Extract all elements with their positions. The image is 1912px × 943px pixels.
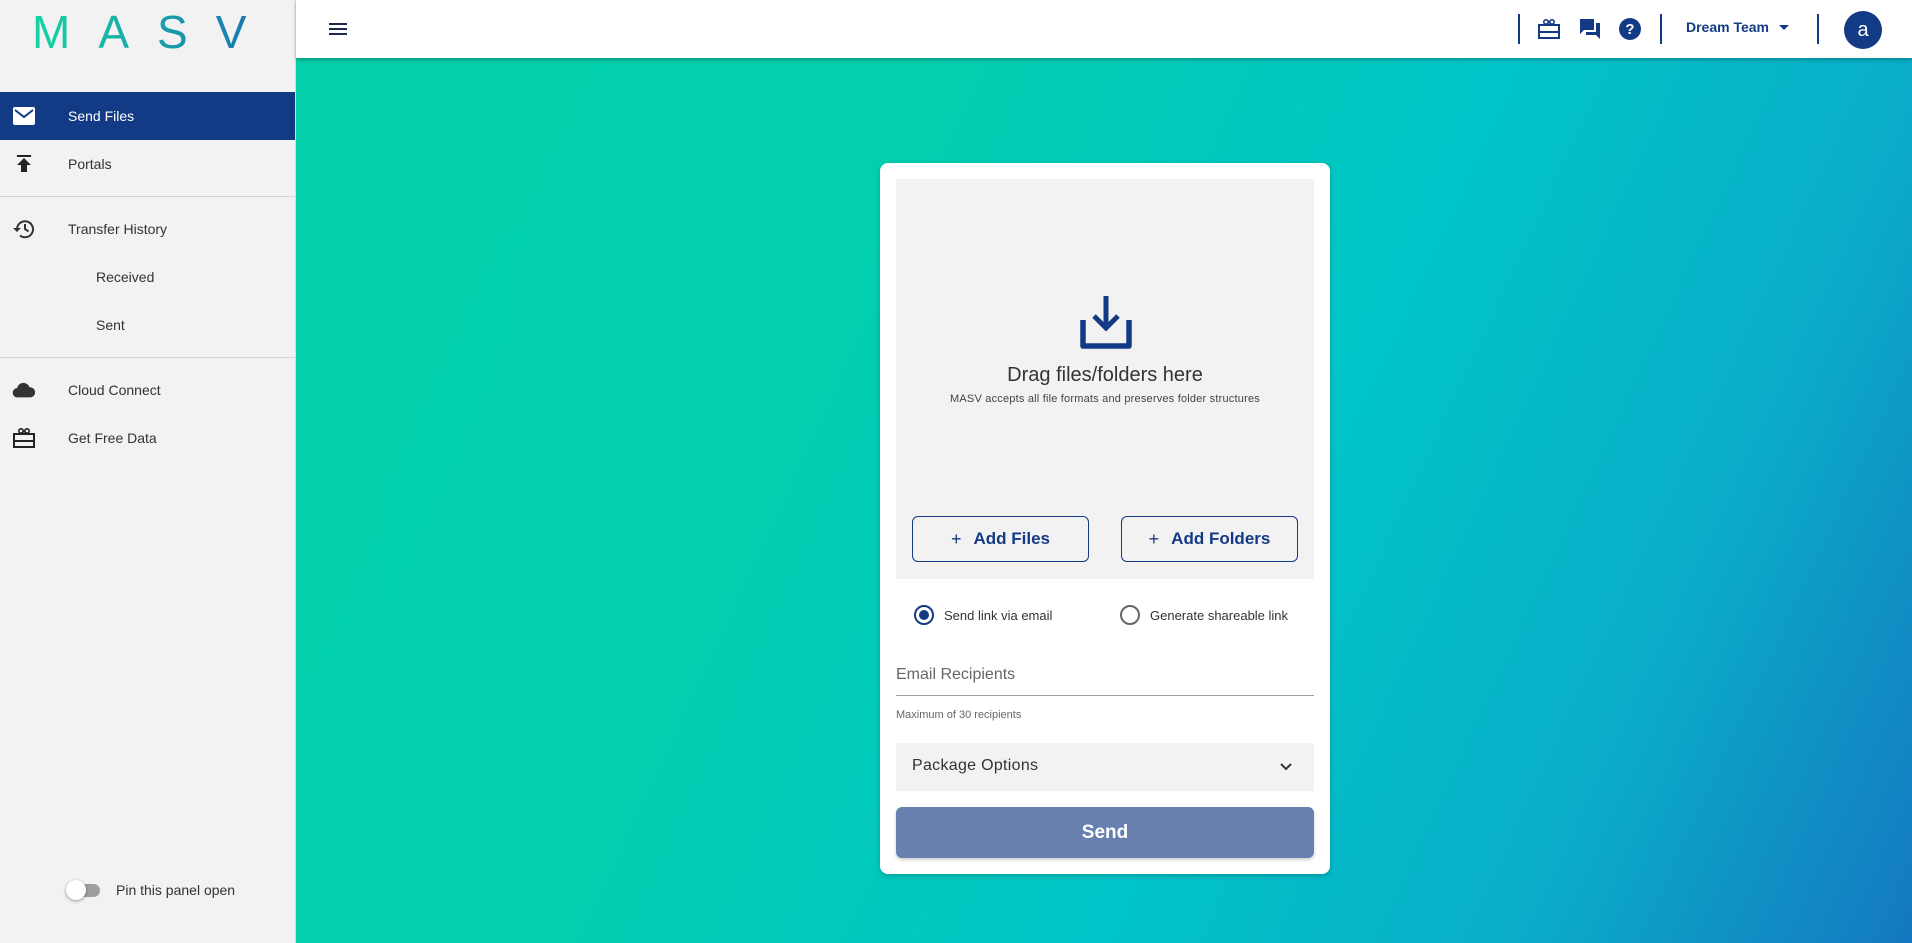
svg-text:MASV: MASV bbox=[32, 10, 262, 54]
sidebar-item-label: Cloud Connect bbox=[68, 382, 161, 398]
topbar-divider bbox=[1660, 14, 1662, 44]
sidebar-item-transfer-history[interactable]: Transfer History bbox=[0, 205, 295, 253]
hamburger-icon[interactable] bbox=[326, 17, 350, 41]
sidebar-divider bbox=[0, 357, 295, 358]
gift-icon bbox=[12, 426, 36, 450]
add-files-button[interactable]: + Add Files bbox=[912, 516, 1089, 562]
sidebar-item-label: Portals bbox=[68, 156, 112, 172]
sidebar-item-received[interactable]: Received bbox=[0, 253, 295, 301]
top-bar: ? Dream Team a bbox=[296, 0, 1912, 58]
sidebar-item-sent[interactable]: Sent bbox=[0, 301, 295, 349]
add-folders-button[interactable]: + Add Folders bbox=[1121, 516, 1298, 562]
chevron-down-icon bbox=[1280, 763, 1292, 771]
caret-down-icon bbox=[1779, 24, 1790, 30]
pin-panel-toggle[interactable] bbox=[66, 880, 102, 900]
pin-panel-control: Pin this panel open bbox=[66, 880, 235, 900]
package-options-label: Package Options bbox=[912, 757, 1039, 774]
email-recipients-placeholder: Email Recipients bbox=[896, 666, 1016, 683]
toggle-thumb bbox=[66, 880, 86, 900]
radio-generate-shareable-link[interactable]: Generate shareable link bbox=[1120, 605, 1288, 625]
sidebar-item-cloud-connect[interactable]: Cloud Connect bbox=[0, 366, 295, 414]
help-icon[interactable]: ? bbox=[1617, 16, 1643, 42]
dropzone-title: Drag files/folders here bbox=[1007, 364, 1203, 386]
history-icon bbox=[12, 217, 36, 241]
sidebar-item-label: Transfer History bbox=[68, 221, 168, 237]
radio-send-link-via-email[interactable]: Send link via email bbox=[914, 605, 1052, 625]
package-options-expander[interactable]: Package Options bbox=[896, 743, 1314, 791]
plus-icon: + bbox=[950, 528, 962, 549]
sidebar-item-label: Sent bbox=[96, 317, 125, 333]
sidebar-item-portals[interactable]: Portals bbox=[0, 140, 295, 188]
sidebar-item-send-files[interactable]: Send Files bbox=[0, 92, 295, 140]
sidebar-item-get-free-data[interactable]: Get Free Data bbox=[0, 414, 295, 462]
team-selector[interactable]: Dream Team bbox=[1686, 19, 1790, 35]
topbar-divider bbox=[1518, 14, 1520, 44]
mail-icon bbox=[12, 104, 36, 128]
gift-icon[interactable] bbox=[1536, 16, 1562, 42]
radio-unchecked-icon[interactable] bbox=[1120, 605, 1140, 625]
team-name: Dream Team bbox=[1686, 19, 1770, 35]
main-area: Drag files/folders here MASV accepts all… bbox=[296, 58, 1912, 943]
sidebar-item-label: Received bbox=[96, 269, 155, 285]
add-files-label: Add Files bbox=[973, 529, 1051, 548]
plus-icon: + bbox=[1148, 528, 1160, 549]
cloud-icon bbox=[12, 378, 36, 402]
svg-text:?: ? bbox=[1625, 21, 1634, 38]
topbar-divider bbox=[1817, 14, 1819, 44]
download-tray-icon bbox=[1080, 296, 1132, 349]
file-dropzone[interactable]: Drag files/folders here MASV accepts all… bbox=[896, 179, 1314, 579]
add-folders-label: Add Folders bbox=[1171, 529, 1271, 548]
upload-icon bbox=[12, 152, 36, 176]
radio-checked-icon[interactable] bbox=[914, 605, 934, 625]
sidebar-divider bbox=[0, 196, 295, 197]
radio-label: Send link via email bbox=[944, 607, 1053, 623]
masv-logo[interactable]: MASV bbox=[32, 10, 262, 54]
sidebar-item-label: Send Files bbox=[68, 108, 135, 124]
dropzone-subtitle: MASV accepts all file formats and preser… bbox=[950, 393, 1260, 405]
pin-panel-label: Pin this panel open bbox=[116, 882, 236, 898]
chat-icon[interactable] bbox=[1577, 16, 1603, 42]
email-recipients-input[interactable]: Email Recipients bbox=[896, 656, 1314, 696]
sidebar-item-label: Get Free Data bbox=[68, 430, 157, 446]
sidebar: MASV Send Files Portals Transfer History… bbox=[0, 0, 296, 943]
email-recipients-hint: Maximum of 30 recipients bbox=[896, 709, 1022, 721]
send-files-card: Drag files/folders here MASV accepts all… bbox=[880, 163, 1330, 874]
send-button[interactable]: Send bbox=[896, 807, 1314, 858]
avatar[interactable]: a bbox=[1844, 11, 1882, 49]
radio-label: Generate shareable link bbox=[1150, 607, 1289, 623]
